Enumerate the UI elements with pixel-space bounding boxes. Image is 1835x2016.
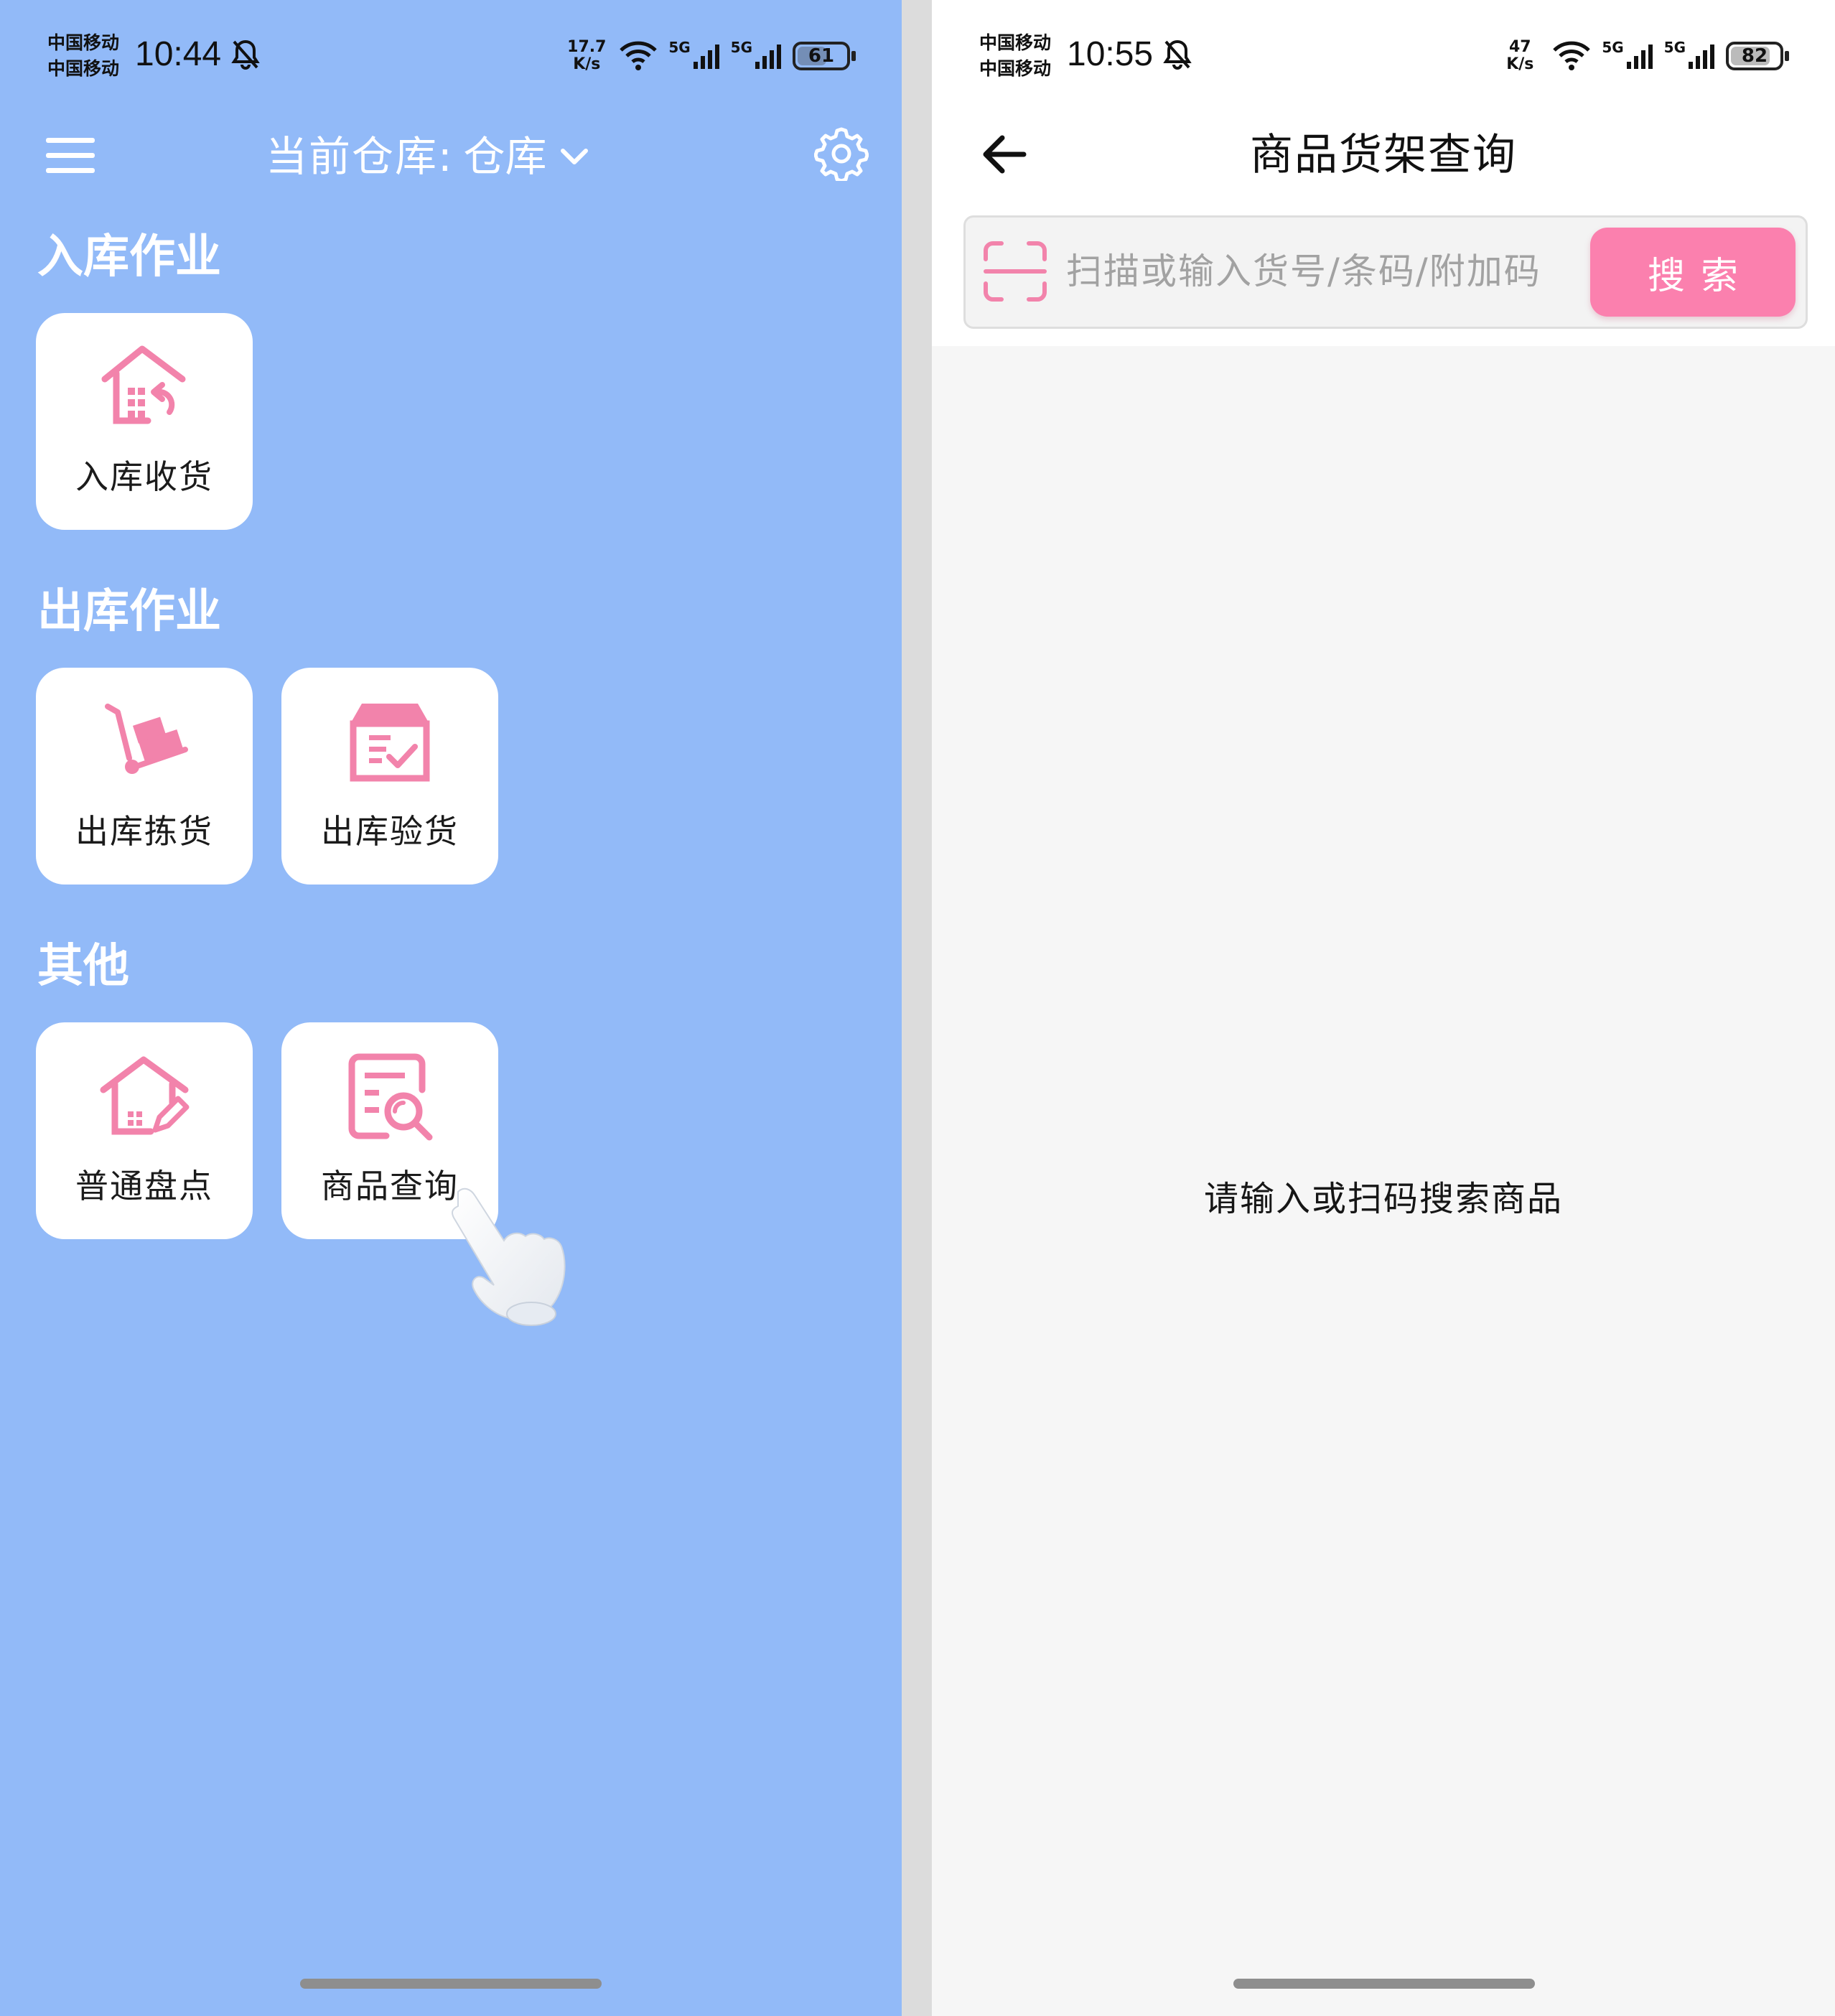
network-type-label-2: 5G <box>730 39 752 56</box>
speed-value: 17.7 <box>567 38 607 56</box>
carrier-info: 中国移动 中国移动 <box>47 30 119 82</box>
speed-value: 47 <box>1509 38 1531 56</box>
house-edit-icon <box>100 1056 190 1135</box>
status-indicators: 47 K/s 5G 5G 82 <box>1498 34 1789 78</box>
carrier-label-2: 中国移动 <box>47 58 120 79</box>
section-title-inbound: 入库作业 <box>37 230 221 284</box>
search-bar: 搜索 <box>963 215 1808 329</box>
carrier-label: 中国移动 <box>979 32 1052 53</box>
network-type-label-2: 5G <box>1663 39 1686 56</box>
status-bar: 中国移动 中国移动 10:44 17.7 K/s 5G 5G 61 <box>0 26 902 90</box>
warehouse-value: 仓库 <box>463 132 547 181</box>
box-check-icon <box>350 704 430 782</box>
right-phone-screen: 中国移动 中国移动 10:55 47 K/s 5G 5G 82 商品货架查询 扫… <box>932 0 1835 2016</box>
signal-icon <box>1626 45 1653 69</box>
home-indicator[interactable] <box>1233 1979 1535 1989</box>
hand-truck-icon <box>105 704 188 774</box>
warehouse-return-icon <box>101 345 186 424</box>
section-title-other: 其他 <box>37 940 129 993</box>
carrier-label-2: 中国移动 <box>979 58 1052 79</box>
tile-label: 入库收货 <box>75 457 213 496</box>
network-speed: 47 K/s <box>1498 39 1541 73</box>
carrier-info: 中国移动 中国移动 <box>979 30 1051 82</box>
battery-indicator: 61 <box>793 42 856 70</box>
menu-icon[interactable] <box>46 136 96 175</box>
tile-label: 普通盘点 <box>75 1167 213 1205</box>
screen-divider <box>902 0 932 2016</box>
tile-label: 出库拣货 <box>75 812 213 851</box>
status-indicators: 17.7 K/s 5G 5G 61 <box>565 34 856 78</box>
hand-pointer-icon <box>452 1187 566 1326</box>
tile-label: 出库验货 <box>321 812 459 851</box>
tile-stocktake[interactable]: 普通盘点 <box>36 1022 253 1239</box>
signal-icon <box>693 45 719 69</box>
status-clock: 10:44 <box>135 35 222 73</box>
battery-indicator: 82 <box>1726 42 1789 70</box>
tile-outbound-inspect[interactable]: 出库验货 <box>281 668 498 885</box>
signal-icon-2 <box>755 45 781 69</box>
speed-unit: K/s <box>1506 55 1534 73</box>
network-speed: 17.7 K/s <box>565 39 608 73</box>
wifi-icon <box>620 41 658 70</box>
document-search-icon <box>348 1053 433 1141</box>
battery-level: 61 <box>808 45 835 67</box>
left-phone-screen: 中国移动 中国移动 10:44 17.7 K/s 5G 5G 61 当前仓库: … <box>0 0 902 2016</box>
signal-icon-2 <box>1689 45 1714 69</box>
status-clock: 10:55 <box>1067 35 1154 73</box>
carrier-label: 中国移动 <box>47 32 120 53</box>
search-button[interactable]: 搜索 <box>1590 228 1796 317</box>
bell-off-icon <box>231 39 260 70</box>
speed-unit: K/s <box>573 55 601 73</box>
scan-icon[interactable] <box>983 241 1047 302</box>
warehouse-label: 当前仓库: <box>266 132 454 181</box>
chevron-down-icon <box>560 149 588 164</box>
tile-inbound-receive[interactable]: 入库收货 <box>36 313 253 530</box>
warehouse-selector[interactable]: 当前仓库: 仓库 <box>266 128 592 185</box>
page-title: 商品货架查询 <box>1250 130 1517 180</box>
bell-off-icon <box>1163 39 1192 70</box>
search-input[interactable] <box>1066 232 1569 311</box>
network-type-label: 5G <box>668 39 691 56</box>
battery-level: 82 <box>1741 45 1768 67</box>
gear-icon[interactable] <box>814 126 869 181</box>
wifi-icon <box>1553 41 1591 70</box>
tile-outbound-pick[interactable]: 出库拣货 <box>36 668 253 885</box>
network-type-label: 5G <box>1602 39 1624 56</box>
section-title-outbound: 出库作业 <box>37 585 221 638</box>
home-indicator[interactable] <box>300 1979 602 1989</box>
tile-label: 商品查询 <box>321 1167 459 1205</box>
empty-state-message: 请输入或扫码搜索商品 <box>1203 1179 1563 1219</box>
status-bar: 中国移动 中国移动 10:55 47 K/s 5G 5G 82 <box>932 26 1835 90</box>
